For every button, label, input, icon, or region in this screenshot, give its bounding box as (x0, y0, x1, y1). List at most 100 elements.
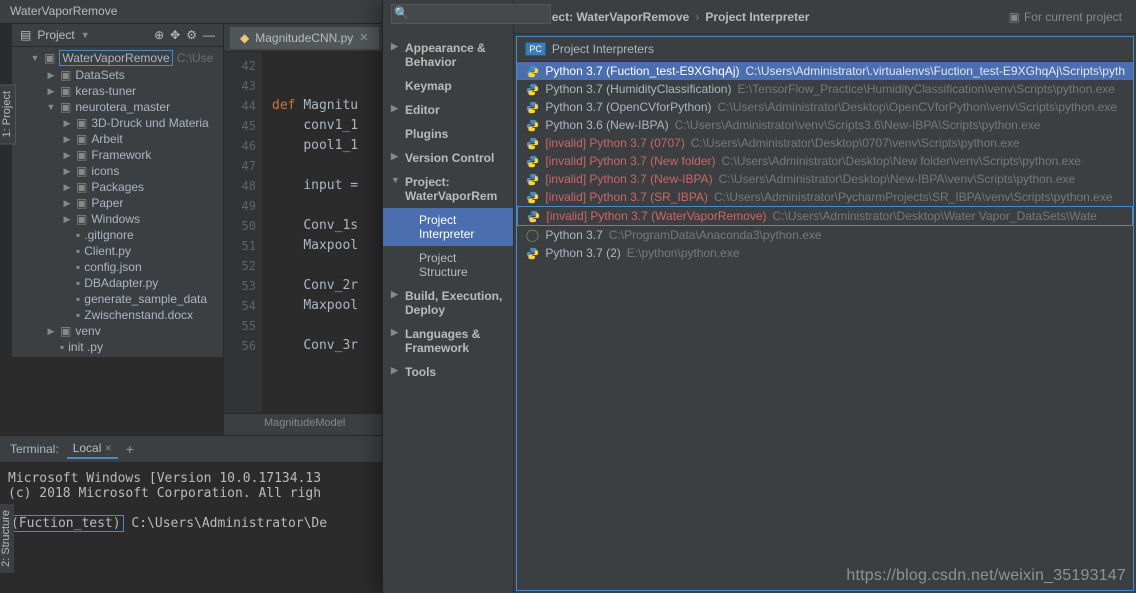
file-icon: ▪ (76, 260, 80, 274)
tree-item[interactable]: ▶▣icons (12, 163, 223, 179)
tree-item[interactable]: ▶▣Paper (12, 195, 223, 211)
nav-item[interactable]: ▶Build, Execution, Deploy (383, 284, 513, 322)
tree-item[interactable]: ▶▣DataSets (12, 67, 223, 83)
editor-tab[interactable]: ◆ MagnitudeCNN.py ✕ (230, 27, 379, 49)
folder-icon: ▣ (76, 212, 87, 226)
nav-item[interactable]: ▶Tools (383, 360, 513, 384)
folder-icon: ▣ (76, 196, 87, 210)
env-badge: (Fuction_test) (8, 515, 124, 532)
item-label: Windows (91, 212, 140, 226)
interpreter-path: C:\Users\Administrator\Desktop\OpenCVfor… (718, 100, 1118, 114)
interpreter-row[interactable]: Python 3.7 (Fuction_test-E9XGhqAj) C:\Us… (517, 62, 1133, 80)
python-icon (525, 136, 539, 150)
add-terminal-button[interactable]: + (126, 441, 134, 457)
item-label: generate_sample_data (84, 292, 207, 306)
interpreter-label: Python 3.7 (545, 228, 602, 242)
tree-item[interactable]: ▶▣Arbeit (12, 131, 223, 147)
tree-item[interactable]: ▪config.json (12, 259, 223, 275)
tab-label: MagnitudeCNN.py (255, 31, 353, 45)
interpreter-path: C:\Users\Administrator\PycharmProjects\S… (714, 190, 1113, 204)
target-icon[interactable]: ✥ (170, 28, 180, 42)
interpreter-label: [invalid] Python 3.7 (SR_IBPA) (545, 190, 708, 204)
nav-item[interactable]: Project Interpreter (383, 208, 513, 246)
nav-item[interactable]: ▶Languages & Framework (383, 322, 513, 360)
tree-item[interactable]: ▶▣venv (12, 323, 223, 339)
interpreter-row[interactable]: [invalid] Python 3.7 (WaterVaporRemove) … (517, 206, 1133, 226)
interpreter-row[interactable]: Python 3.6 (New-IBPA) C:\Users\Administr… (517, 116, 1133, 134)
interpreter-row[interactable]: [invalid] Python 3.7 (New-IBPA) C:\Users… (517, 170, 1133, 188)
interpreter-row[interactable]: [invalid] Python 3.7 (SR_IBPA) C:\Users\… (517, 188, 1133, 206)
project-panel-header: ▤ Project ▼ ⊕ ✥ ⚙ — (12, 24, 223, 47)
tree-item[interactable]: ▶▣Framework (12, 147, 223, 163)
interpreter-label: [invalid] Python 3.7 (0707) (545, 136, 684, 150)
item-label: Arbeit (91, 132, 122, 146)
folder-icon: ▣ (76, 132, 87, 146)
interpreters-panel: PC Project Interpreters Python 3.7 (Fuct… (516, 36, 1134, 591)
python-icon: ◆ (240, 31, 249, 45)
sidebar-project-tab[interactable]: 1: Project (0, 84, 16, 144)
item-label: icons (91, 164, 119, 178)
nav-item[interactable]: ▶Version Control (383, 146, 513, 170)
tree-item[interactable]: ▪Zwischenstand.docx (12, 307, 223, 323)
nav-item[interactable]: ▼Project: WaterVaporRem (383, 170, 513, 208)
interpreter-label: [invalid] Python 3.7 (New folder) (545, 154, 715, 168)
tree-root[interactable]: ▼ ▣ WaterVaporRemove C:\Use (12, 49, 223, 67)
tree-item[interactable]: ▶▣Packages (12, 179, 223, 195)
nav-item[interactable]: Plugins (383, 122, 513, 146)
folder-icon: ▣ (44, 51, 55, 65)
interpreter-path: C:\Users\Administrator\Desktop\New-IBPA\… (719, 172, 1076, 186)
search-input[interactable] (391, 4, 551, 24)
item-label: DBAdapter.py (84, 276, 158, 290)
tree-item[interactable]: ▼▣neurotera_master (12, 99, 223, 115)
item-label: Paper (91, 196, 123, 210)
dropdown-icon[interactable]: ▼ (81, 30, 90, 40)
root-name: WaterVaporRemove (59, 50, 172, 66)
python-icon (525, 100, 539, 114)
folder-icon: ▣ (76, 148, 87, 162)
interpreter-label: [invalid] Python 3.7 (New-IBPA) (545, 172, 712, 186)
nav-item[interactable]: ▶Editor (383, 98, 513, 122)
search-icon: 🔍 (394, 6, 409, 20)
interpreter-label: Python 3.6 (New-IBPA) (545, 118, 668, 132)
tree-item[interactable]: ▶▣Windows (12, 211, 223, 227)
interpreter-row[interactable]: Python 3.7 (OpenCVforPython) C:\Users\Ad… (517, 98, 1133, 116)
tree-item[interactable]: ▪init .py (12, 339, 223, 355)
terminal-tab[interactable]: Local × (67, 439, 118, 459)
nav-item[interactable]: Keymap (383, 74, 513, 98)
tree-item[interactable]: ▶▣3D-Druck und Materia (12, 115, 223, 131)
settings-nav: ▶Appearance & BehaviorKeymap▶EditorPlugi… (383, 0, 514, 593)
tree-item[interactable]: ▪Client.py (12, 243, 223, 259)
file-icon: ▪ (76, 308, 80, 322)
python-icon (525, 82, 539, 96)
tree-item[interactable]: ▶▣keras-tuner (12, 83, 223, 99)
project-tree[interactable]: ▼ ▣ WaterVaporRemove C:\Use ▶▣DataSets▶▣… (12, 47, 223, 357)
python-icon (525, 172, 539, 186)
nav-item[interactable]: ▶Appearance & Behavior (383, 36, 513, 74)
close-icon[interactable]: ✕ (359, 31, 368, 44)
close-icon[interactable]: × (105, 441, 112, 455)
tree-item[interactable]: ▪generate_sample_data (12, 291, 223, 307)
python-icon (525, 246, 539, 260)
folder-icon: ▣ (60, 68, 71, 82)
sidebar-structure-tab[interactable]: 2: Structure (0, 504, 14, 573)
folder-icon: ▣ (76, 180, 87, 194)
interpreter-path: C:\Users\Administrator\venv\Scripts3.6\N… (675, 118, 1041, 132)
item-label: keras-tuner (75, 84, 136, 98)
nav-item[interactable]: Project Structure (383, 246, 513, 284)
gear-icon[interactable]: ⚙ (186, 28, 197, 42)
python-icon (525, 154, 539, 168)
watermark: https://blog.csdn.net/weixin_35193147 (846, 567, 1126, 585)
tree-item[interactable]: ▪DBAdapter.py (12, 275, 223, 291)
hide-icon[interactable]: — (203, 28, 215, 42)
collapse-icon[interactable]: ⊕ (154, 28, 164, 42)
interpreter-list[interactable]: Python 3.7 (Fuction_test-E9XGhqAj) C:\Us… (517, 62, 1133, 590)
item-label: DataSets (75, 68, 124, 82)
conda-icon: ◯ (525, 228, 539, 242)
interpreter-row[interactable]: [invalid] Python 3.7 (New folder) C:\Use… (517, 152, 1133, 170)
interpreter-row[interactable]: [invalid] Python 3.7 (0707) C:\Users\Adm… (517, 134, 1133, 152)
tree-item[interactable]: ▪.gitignore (12, 227, 223, 243)
interpreter-row[interactable]: Python 3.7 (2) E:\python\python.exe (517, 244, 1133, 262)
interpreter-row[interactable]: Python 3.7 (HumidityClassification) E:\T… (517, 80, 1133, 98)
crumb2: Project Interpreter (705, 10, 809, 24)
interpreter-row[interactable]: ◯Python 3.7 C:\ProgramData\Anaconda3\pyt… (517, 226, 1133, 244)
